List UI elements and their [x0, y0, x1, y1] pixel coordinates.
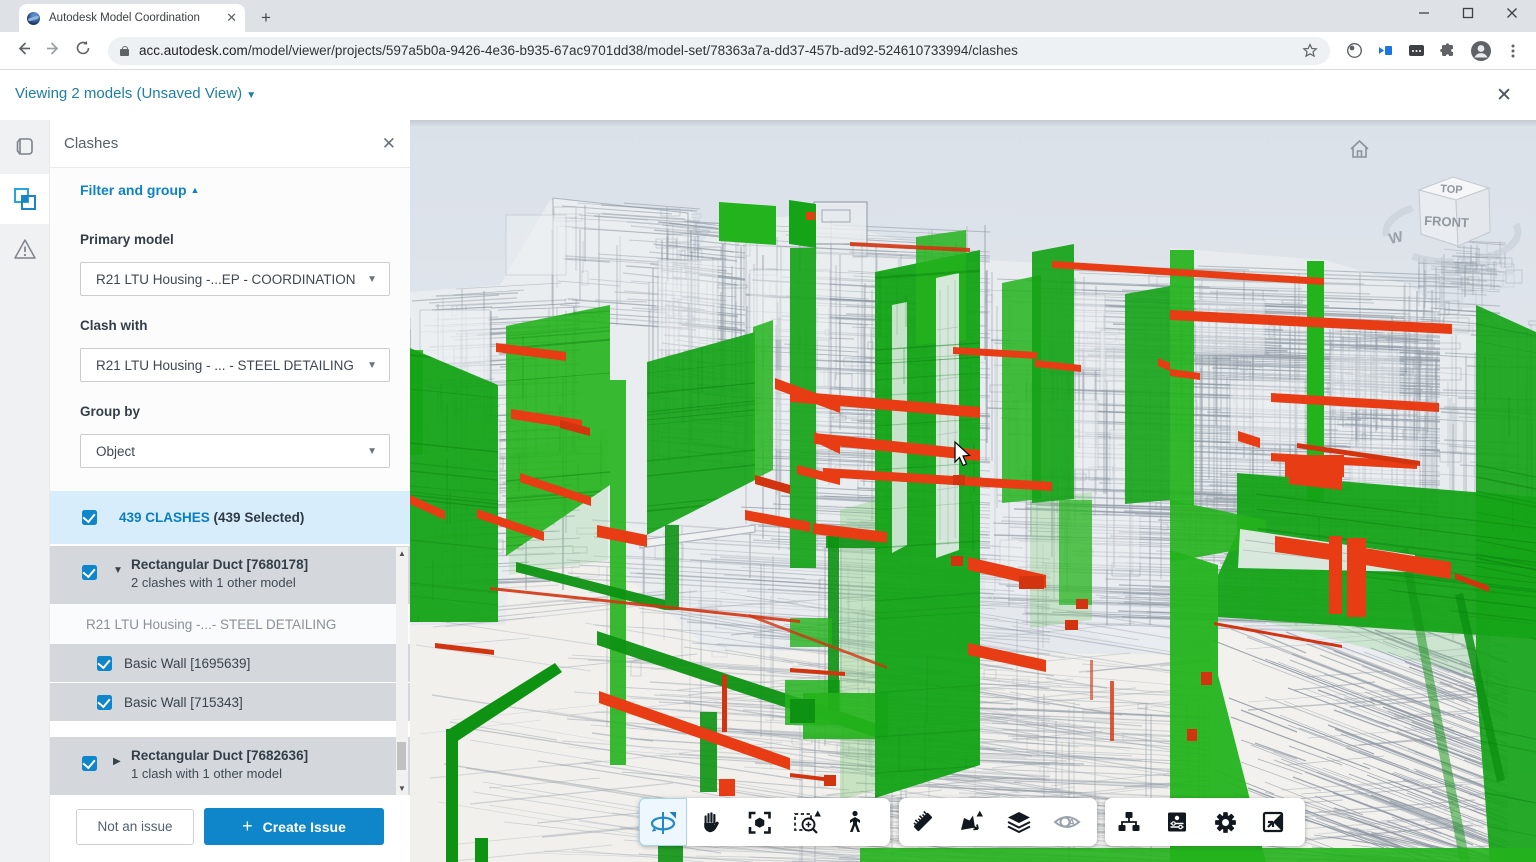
svg-text:TOP: TOP — [1440, 183, 1463, 197]
svg-text:A: A — [1068, 818, 1075, 829]
svg-text:FRONT: FRONT — [1424, 213, 1470, 230]
